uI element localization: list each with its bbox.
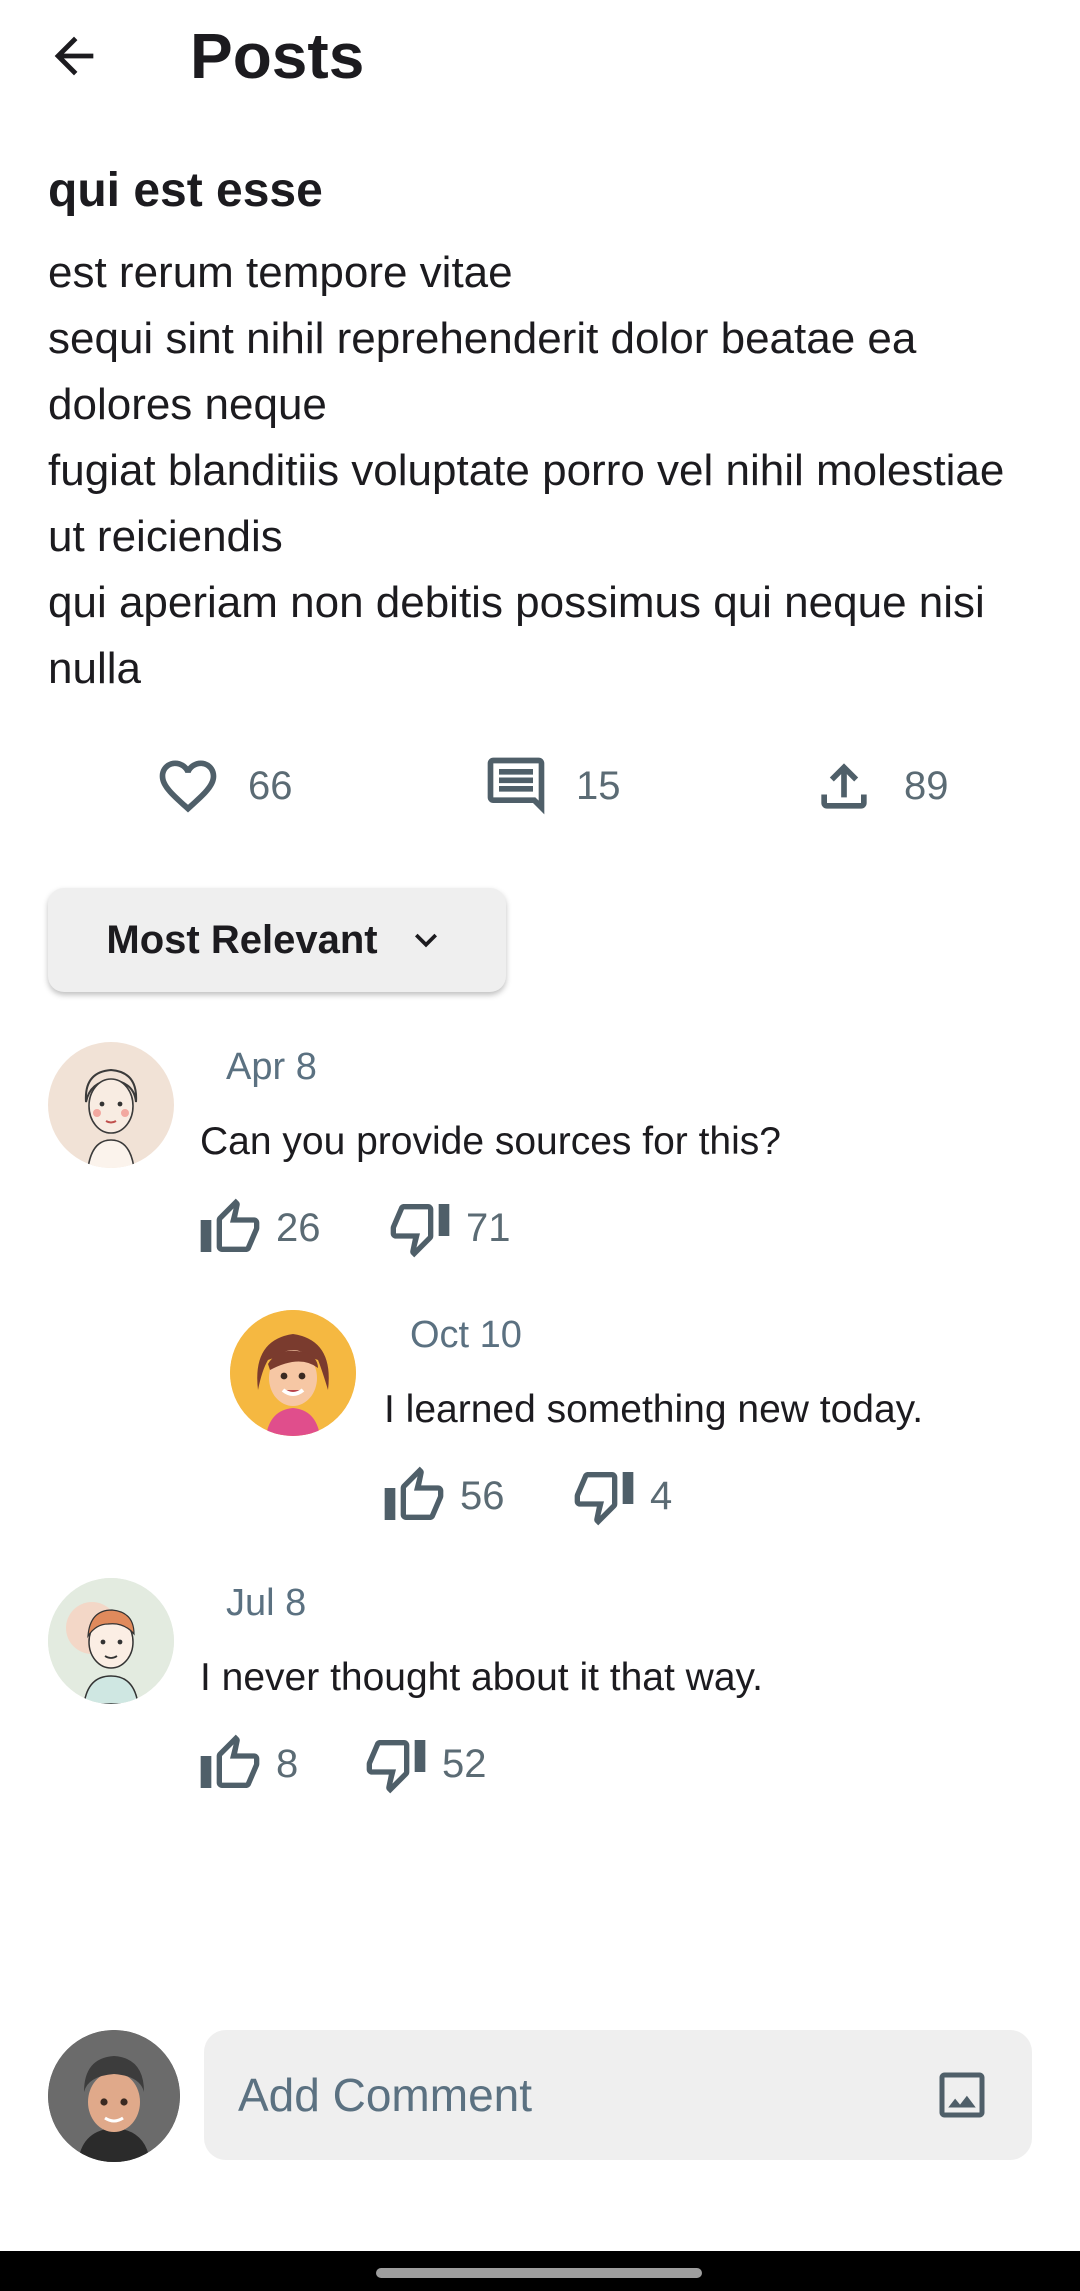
sketch-boy-avatar[interactable] (48, 1578, 174, 1704)
downvote-count: 4 (650, 1473, 673, 1518)
attach-image-button[interactable] (928, 2061, 996, 2129)
comment-card (48, 1042, 174, 1168)
comment-text: Can you provide sources for this? (200, 1120, 781, 1163)
comment-date: Oct 10 (410, 1314, 522, 1356)
thumb-down-icon (390, 1204, 450, 1258)
add-comment-input[interactable]: Add Comment (204, 2030, 1032, 2160)
sort-dropdown[interactable]: Most Relevant (48, 888, 506, 992)
downvote-button[interactable]: 71 (388, 1196, 511, 1260)
sort-label: Most Relevant (106, 917, 378, 962)
comment-count: 15 (576, 763, 621, 808)
thumb-up-icon (200, 1198, 260, 1252)
comment-icon (487, 757, 545, 815)
cartoon-woman-avatar[interactable] (230, 1310, 356, 1436)
upvote-button[interactable]: 26 (198, 1196, 321, 1260)
back-button[interactable] (32, 14, 116, 98)
current-user-avatar[interactable] (48, 2030, 180, 2162)
share-button[interactable]: 89 (810, 748, 949, 824)
image-icon (939, 2072, 985, 2118)
sketch-girl-avatar[interactable] (48, 1042, 174, 1168)
post-body: est rerum tempore vitae sequi sint nihil… (48, 248, 1005, 693)
arrow-back-icon (54, 36, 94, 76)
like-button[interactable]: 66 (154, 748, 293, 824)
heart-outline-icon (159, 760, 217, 813)
upload-share-icon (821, 763, 867, 809)
comment-card (48, 1578, 174, 1704)
app-bar: Posts (0, 0, 1080, 112)
upvote-count: 56 (460, 1473, 505, 1518)
upvote-count: 26 (276, 1205, 321, 1250)
comment-text: I learned something new today. (384, 1388, 924, 1431)
upvote-button[interactable]: 56 (382, 1464, 505, 1528)
downvote-button[interactable]: 4 (572, 1464, 672, 1528)
like-count: 66 (248, 763, 293, 808)
thumb-up-icon (384, 1466, 444, 1520)
add-comment-placeholder: Add Comment (238, 2069, 533, 2121)
post-title: qui est esse (48, 164, 323, 217)
comment-card (230, 1310, 356, 1436)
thumb-down-icon (366, 1740, 426, 1794)
comment-date: Jul 8 (226, 1582, 307, 1624)
downvote-count: 52 (442, 1741, 487, 1786)
upvote-count: 8 (276, 1741, 299, 1786)
thumb-up-icon (200, 1734, 260, 1788)
share-count: 89 (904, 763, 949, 808)
home-gesture-handle[interactable] (376, 2268, 702, 2278)
chevron-down-icon (414, 933, 437, 948)
upvote-button[interactable]: 8 (198, 1732, 298, 1796)
comment-date: Apr 8 (226, 1046, 317, 1088)
thumb-down-icon (574, 1472, 634, 1526)
downvote-count: 71 (466, 1205, 511, 1250)
downvote-button[interactable]: 52 (364, 1732, 487, 1796)
page-title: Posts (190, 20, 365, 92)
comments-button[interactable]: 15 (482, 748, 621, 824)
comment-text: I never thought about it that way. (200, 1656, 763, 1699)
